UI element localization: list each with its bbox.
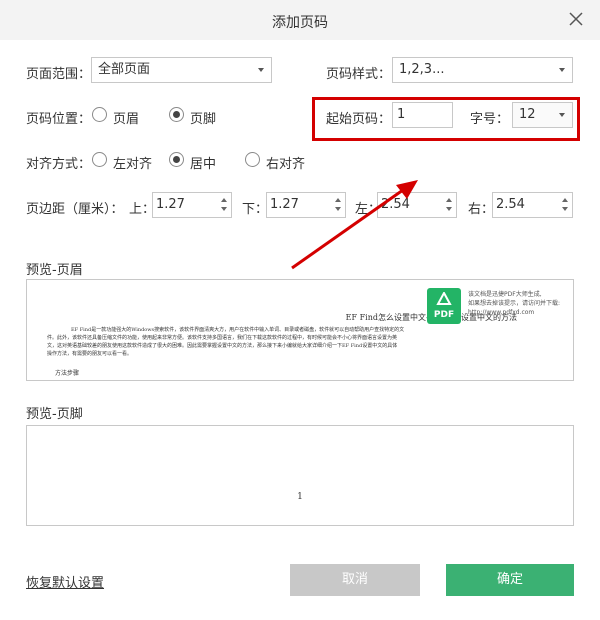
- arrow-up-icon[interactable]: [335, 198, 341, 202]
- watermark-text: 该文档是迅捷PDF大师生成, 如果想去掉该提示，请访问并下载: http://w…: [468, 290, 560, 317]
- arrow-down-icon[interactable]: [335, 207, 341, 211]
- page-style-value: 1,2,3...: [399, 62, 445, 77]
- arrow-up-icon[interactable]: [221, 198, 227, 202]
- page-range-select[interactable]: 全部页面: [91, 57, 272, 83]
- font-size-label: 字号：: [470, 112, 510, 127]
- start-number-input[interactable]: 1: [392, 102, 453, 128]
- watermark-url: http://www.pdfxd.com: [468, 309, 535, 316]
- alignment-label: 对齐方式：: [26, 157, 92, 172]
- margins-label: 页边距（厘米）：: [26, 202, 124, 217]
- page-style-label: 页码样式：: [326, 67, 392, 82]
- margin-bottom-stepper[interactable]: 1.27: [266, 192, 346, 218]
- preview-section-heading: 方法步骤: [55, 370, 80, 377]
- margin-right-value: 2.54: [496, 197, 525, 212]
- ok-button[interactable]: 确定: [446, 564, 574, 596]
- arrow-up-icon[interactable]: [446, 198, 452, 202]
- arrow-down-icon[interactable]: [221, 207, 227, 211]
- preview-body-line: 文，这对英语基础较差的朋友使用这款软件造成了很大的困难。因此需要掌握设置中文的方…: [47, 343, 398, 349]
- close-icon[interactable]: [566, 9, 586, 29]
- preview-body-line: 件。此外，该软件还具备压缩文件的功能，使用起来非常方便。该软件支持多国语言，我们…: [47, 335, 398, 341]
- position-header-radio[interactable]: [92, 107, 107, 122]
- align-center-label: 居中: [190, 157, 217, 172]
- arrow-up-icon[interactable]: [562, 198, 568, 202]
- pdf-logo: PDF: [427, 288, 461, 324]
- preview-header-box: EF Find怎么设置中文-EF Find设置中文的方法 EF Find是一款功…: [26, 279, 574, 381]
- position-footer-radio[interactable]: [169, 107, 184, 122]
- font-size-select[interactable]: 12: [512, 102, 573, 128]
- page-range-label: 页面范围：: [26, 67, 92, 82]
- page-range-value: 全部页面: [98, 62, 151, 77]
- chevron-down-icon: [258, 68, 264, 72]
- position-label: 页码位置：: [26, 112, 92, 127]
- margin-top-stepper[interactable]: 1.27: [152, 192, 232, 218]
- preview-body: EF Find是一款功能强大的Windows搜索软件，该软件界面清爽大方，用户在…: [47, 326, 553, 358]
- align-center-radio[interactable]: [169, 152, 184, 167]
- margin-top-value: 1.27: [156, 197, 185, 212]
- arrow-down-icon[interactable]: [446, 207, 452, 211]
- watermark-line: 该文档是迅捷PDF大师生成,: [468, 291, 542, 298]
- margin-left-stepper[interactable]: 2.54: [377, 192, 457, 218]
- dialog-title: 添加页码: [272, 15, 328, 31]
- align-right-radio[interactable]: [245, 152, 260, 167]
- preview-footer-label: 预览-页脚: [26, 407, 83, 422]
- cancel-button[interactable]: 取消: [290, 564, 420, 596]
- watermark-line: 如果想去掉该提示，请访问并下载:: [468, 300, 561, 307]
- align-right-label: 右对齐: [266, 157, 306, 172]
- align-left-radio[interactable]: [92, 152, 107, 167]
- position-header-label: 页眉: [113, 112, 140, 127]
- chevron-down-icon: [559, 68, 565, 72]
- preview-header-label: 预览-页眉: [26, 263, 83, 278]
- margin-bottom-label: 下：: [242, 202, 269, 217]
- dialog-titlebar: 添加页码: [0, 0, 600, 40]
- preview-footer-box: 1: [26, 425, 574, 526]
- arrow-down-icon[interactable]: [562, 207, 568, 211]
- preview-page-number: 1: [297, 492, 303, 502]
- start-number-label: 起始页码：: [326, 112, 392, 127]
- reset-defaults-link[interactable]: 恢复默认设置: [26, 572, 104, 591]
- chevron-down-icon: [559, 113, 565, 117]
- font-size-value: 12: [519, 107, 536, 122]
- pdf-logo-icon: [436, 292, 452, 305]
- margin-right-label: 右：: [468, 202, 495, 217]
- preview-body-line: EF Find是一款功能强大的Windows搜索软件，该软件界面清爽大方，用户在…: [71, 327, 405, 333]
- align-left-label: 左对齐: [113, 157, 153, 172]
- preview-body-line: 操作方法，有需要的朋友可以看一看。: [47, 351, 133, 357]
- margin-left-value: 2.54: [381, 197, 410, 212]
- margin-right-stepper[interactable]: 2.54: [492, 192, 573, 218]
- page-style-select[interactable]: 1,2,3...: [392, 57, 573, 83]
- position-footer-label: 页脚: [190, 112, 217, 127]
- margin-bottom-value: 1.27: [270, 197, 299, 212]
- pdf-logo-text: PDF: [433, 310, 455, 320]
- start-number-value: 1: [397, 107, 406, 122]
